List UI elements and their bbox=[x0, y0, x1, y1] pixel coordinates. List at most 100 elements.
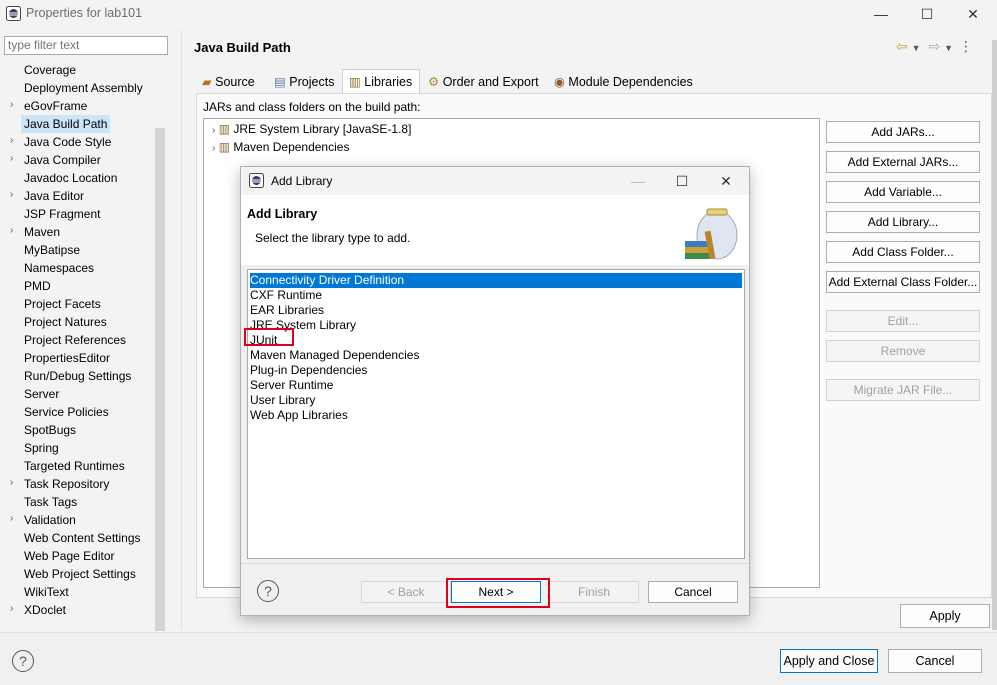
expand-icon[interactable]: › bbox=[212, 143, 215, 154]
add-variable-button[interactable]: Add Variable... bbox=[826, 181, 980, 203]
edit-button[interactable]: Edit... bbox=[826, 310, 980, 332]
minimize-button[interactable]: — bbox=[858, 4, 904, 24]
tree-item[interactable]: Coverage bbox=[24, 61, 76, 79]
tree-item[interactable]: SpotBugs bbox=[24, 421, 76, 439]
tree-item[interactable]: JSP Fragment bbox=[24, 205, 100, 223]
build-item-jre[interactable]: › ▥ JRE System Library [JavaSE-1.8] bbox=[212, 122, 411, 136]
maximize-button[interactable]: ☐ bbox=[904, 4, 950, 24]
tree-item[interactable]: Project Facets bbox=[24, 295, 101, 313]
dialog-cancel-button[interactable]: Cancel bbox=[648, 581, 738, 603]
tree-item[interactable]: Run/Debug Settings bbox=[24, 367, 131, 385]
tree-item[interactable]: Server bbox=[24, 385, 59, 403]
tree-item[interactable]: Targeted Runtimes bbox=[24, 457, 125, 475]
apply-button[interactable]: Apply bbox=[900, 604, 990, 628]
tree-item[interactable]: Java Code Style bbox=[24, 133, 111, 151]
view-menu-icon[interactable]: ⋮ bbox=[959, 38, 973, 54]
tree-item[interactable]: PMD bbox=[24, 277, 51, 295]
tree-item[interactable]: Spring bbox=[24, 439, 59, 457]
library-list-item[interactable]: Connectivity Driver Definition bbox=[250, 273, 742, 288]
back-arrow-icon[interactable]: ⇦ bbox=[896, 38, 908, 54]
tree-item[interactable]: Task Tags bbox=[24, 493, 77, 511]
tree-item[interactable]: Maven bbox=[24, 223, 60, 241]
tree-item[interactable]: Validation bbox=[24, 511, 76, 529]
library-list-item[interactable]: Server Runtime bbox=[250, 378, 333, 393]
tab-module-dependencies[interactable]: ◉ Module Dependencies bbox=[554, 70, 693, 94]
dialog-heading: Add Library bbox=[247, 207, 318, 221]
tree-item[interactable]: Project References bbox=[24, 331, 126, 349]
tab-order-and-export[interactable]: ⚙ Order and Export bbox=[428, 70, 539, 94]
close-button[interactable]: ✕ bbox=[950, 4, 996, 24]
tab-libraries[interactable]: ▥ Libraries bbox=[342, 69, 420, 94]
tree-item[interactable]: Service Policies bbox=[24, 403, 109, 421]
tree-item[interactable]: MyBatipse bbox=[24, 241, 80, 259]
add-class-folder-button[interactable]: Add Class Folder... bbox=[826, 241, 980, 263]
tab-bar: ▰ Source ▤ Projects ▥ Libraries ⚙ Order … bbox=[196, 69, 986, 94]
tree-item[interactable]: Task Repository bbox=[24, 475, 109, 493]
dialog-close-button[interactable]: ✕ bbox=[703, 171, 749, 191]
tree-item[interactable]: PropertiesEditor bbox=[24, 349, 110, 367]
page-title: Java Build Path bbox=[194, 40, 291, 55]
footer-bar: ? Apply and Close Cancel bbox=[0, 632, 997, 685]
tree-item[interactable]: WikiText bbox=[24, 583, 69, 601]
expand-icon[interactable]: › bbox=[10, 225, 13, 236]
tree-item[interactable]: Web Content Settings bbox=[24, 529, 141, 547]
expand-icon[interactable]: › bbox=[10, 477, 13, 488]
expand-icon[interactable]: › bbox=[10, 189, 13, 200]
tree-item[interactable]: Project Natures bbox=[24, 313, 107, 331]
tree-item[interactable]: XDoclet bbox=[24, 601, 66, 619]
forward-history-dropdown-icon[interactable]: ▼ bbox=[944, 43, 953, 53]
library-list-item[interactable]: User Library bbox=[250, 393, 315, 408]
expand-icon[interactable]: › bbox=[212, 125, 215, 136]
add-library-dialog: Add Library — ☐ ✕ Add Library Select the… bbox=[240, 166, 750, 616]
tree-item[interactable]: Java Build Path bbox=[21, 115, 111, 133]
expand-icon[interactable]: › bbox=[10, 603, 13, 614]
tree-scrollbar[interactable] bbox=[155, 128, 165, 631]
source-folder-icon: ▰ bbox=[202, 75, 212, 89]
dialog-minimize-button[interactable]: — bbox=[615, 171, 661, 191]
library-type-list[interactable]: Connectivity Driver Definition CXF Runtim… bbox=[247, 269, 745, 559]
expand-icon[interactable]: › bbox=[10, 99, 13, 110]
apply-and-close-button[interactable]: Apply and Close bbox=[780, 649, 878, 673]
tree-item[interactable]: eGovFrame bbox=[24, 97, 87, 115]
dialog-help-icon[interactable]: ? bbox=[257, 580, 279, 602]
help-icon[interactable]: ? bbox=[12, 650, 34, 672]
tab-source[interactable]: ▰ Source bbox=[202, 70, 255, 94]
add-library-button[interactable]: Add Library... bbox=[826, 211, 980, 233]
library-list-item[interactable]: EAR Libraries bbox=[250, 303, 324, 318]
page-scrollbar[interactable] bbox=[992, 40, 997, 630]
migrate-jar-button[interactable]: Migrate JAR File... bbox=[826, 379, 980, 401]
cancel-button[interactable]: Cancel bbox=[888, 649, 982, 673]
dialog-titlebar: Add Library — ☐ ✕ bbox=[241, 167, 749, 195]
expand-icon[interactable]: › bbox=[10, 135, 13, 146]
remove-button[interactable]: Remove bbox=[826, 340, 980, 362]
build-item-maven[interactable]: › ▥ Maven Dependencies bbox=[212, 140, 349, 154]
library-list-item[interactable]: CXF Runtime bbox=[250, 288, 322, 303]
eclipse-icon bbox=[6, 6, 21, 21]
tree-item[interactable]: Deployment Assembly bbox=[24, 79, 143, 97]
add-external-class-folder-button[interactable]: Add External Class Folder... bbox=[826, 271, 980, 293]
tree-item[interactable]: Javadoc Location bbox=[24, 169, 117, 187]
pane-divider[interactable] bbox=[181, 30, 182, 630]
library-list-item[interactable]: Web App Libraries bbox=[250, 408, 348, 423]
tree-item[interactable]: Java Editor bbox=[24, 187, 84, 205]
back-history-dropdown-icon[interactable]: ▼ bbox=[912, 43, 921, 53]
tree-item[interactable]: Java Compiler bbox=[24, 151, 101, 169]
expand-icon[interactable]: › bbox=[10, 513, 13, 524]
tree-item[interactable]: Web Project Settings bbox=[24, 565, 136, 583]
library-list-item[interactable]: Plug-in Dependencies bbox=[250, 363, 367, 378]
back-button[interactable]: < Back bbox=[361, 581, 451, 603]
tree-item[interactable]: Web Page Editor bbox=[24, 547, 115, 565]
library-list-item[interactable]: Maven Managed Dependencies bbox=[250, 348, 419, 363]
dialog-description: Select the library type to add. bbox=[255, 231, 411, 245]
forward-arrow-icon[interactable]: ⇨ bbox=[928, 38, 940, 54]
expand-icon[interactable]: › bbox=[10, 153, 13, 164]
add-jars-button[interactable]: Add JARs... bbox=[826, 121, 980, 143]
order-export-icon: ⚙ bbox=[428, 75, 440, 89]
filter-input[interactable] bbox=[4, 36, 168, 55]
tree-item[interactable]: Namespaces bbox=[24, 259, 94, 277]
module-icon: ◉ bbox=[554, 75, 565, 89]
dialog-maximize-button[interactable]: ☐ bbox=[659, 171, 705, 191]
finish-button[interactable]: Finish bbox=[549, 581, 639, 603]
add-external-jars-button[interactable]: Add External JARs... bbox=[826, 151, 980, 173]
tab-projects[interactable]: ▤ Projects bbox=[274, 70, 334, 94]
